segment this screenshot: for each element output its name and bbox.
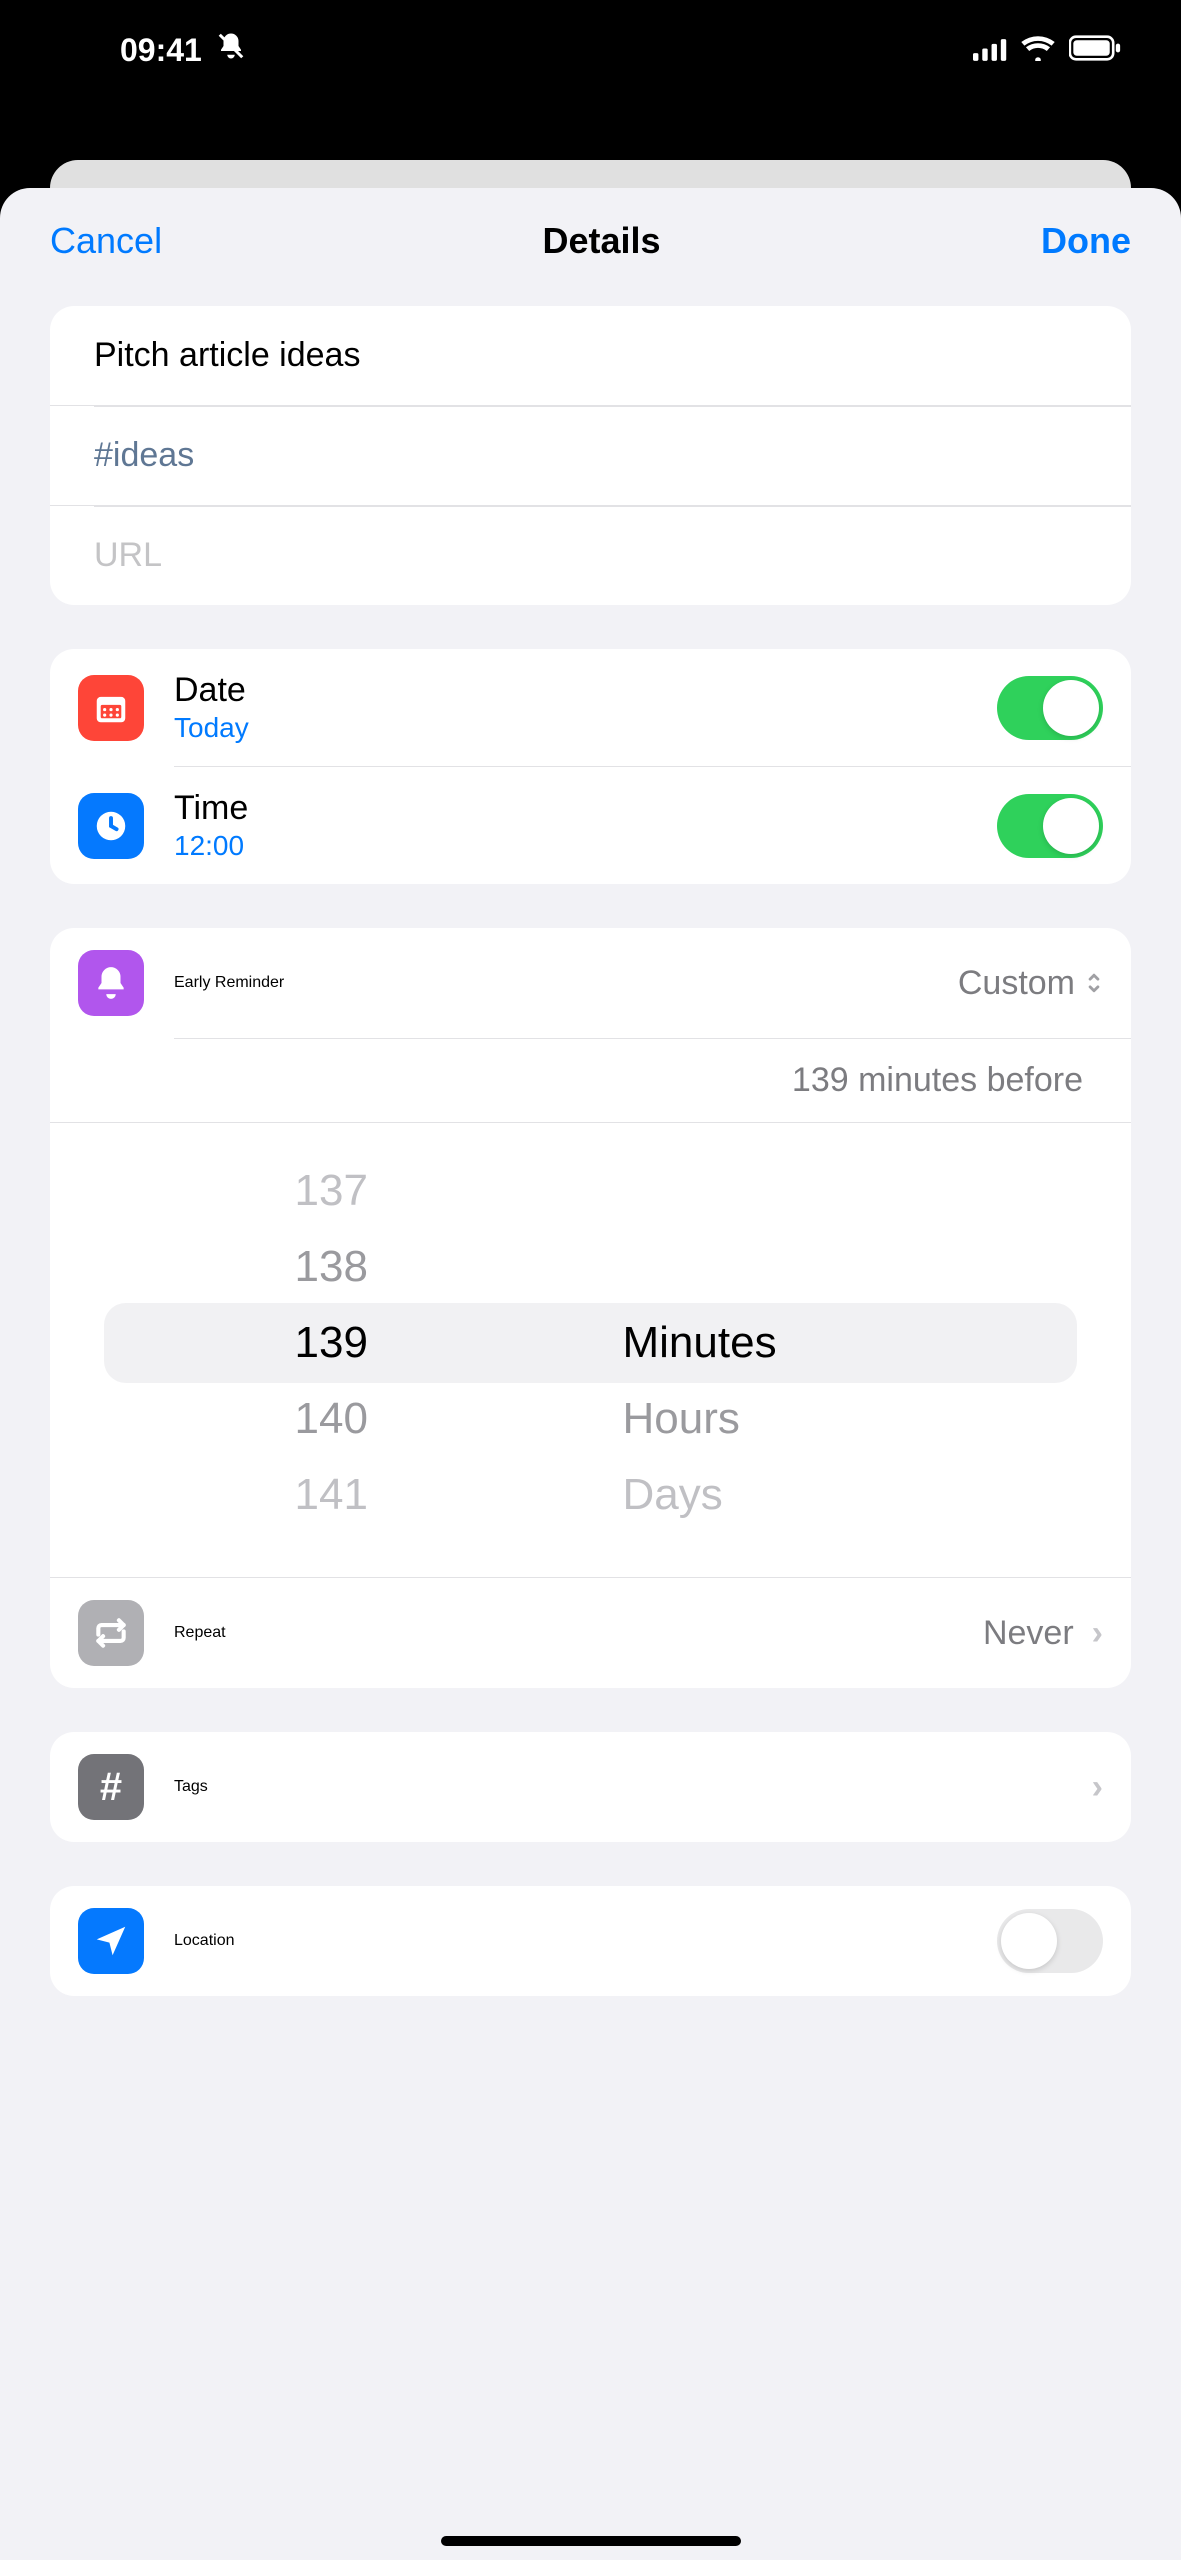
battery-icon	[1069, 32, 1121, 69]
picker-number-selected: 139	[295, 1305, 368, 1381]
reminder-summary: 139 minutes before	[50, 1039, 1131, 1123]
reminder-notes-input[interactable]: #ideas	[50, 406, 1131, 506]
location-switch[interactable]	[997, 1909, 1103, 1973]
time-row[interactable]: Time 12:00	[50, 767, 1131, 884]
picker-unit-wheel[interactable]: . . . Minutes Hours Days Weeks	[559, 1153, 1078, 1533]
sheet-header: Cancel Details Done	[0, 188, 1181, 306]
reminder-url-input[interactable]: URL	[50, 506, 1131, 605]
picker-unit-selected: Minutes	[623, 1305, 777, 1381]
repeat-row[interactable]: Repeat Never ›	[50, 1577, 1131, 1688]
details-sheet: Cancel Details Done Pitch article ideas …	[0, 188, 1181, 2560]
date-label: Date	[174, 671, 249, 710]
clock-icon	[78, 793, 144, 859]
early-reminder-value-selector[interactable]: Custom	[958, 964, 1103, 1003]
early-reminder-label: Early Reminder	[174, 974, 284, 992]
hash-icon: #	[78, 1754, 144, 1820]
location-label: Location	[174, 1932, 235, 1950]
tags-card: # Tags ›	[50, 1732, 1131, 1842]
chevron-right-icon: ›	[1092, 1614, 1103, 1653]
time-label: Time	[174, 789, 248, 828]
chevron-right-icon: ›	[1092, 1768, 1103, 1807]
title-card: Pitch article ideas #ideas URL	[50, 306, 1131, 605]
date-row[interactable]: Date Today	[50, 649, 1131, 766]
cancel-button[interactable]: Cancel	[50, 220, 162, 262]
location-arrow-icon	[78, 1908, 144, 1974]
reminder-title-input[interactable]: Pitch article ideas	[50, 306, 1131, 406]
early-reminder-card: Early Reminder Custom 139 minutes before…	[50, 928, 1131, 1688]
done-button[interactable]: Done	[1041, 220, 1131, 262]
time-switch[interactable]	[997, 794, 1103, 858]
repeat-value: Never	[983, 1614, 1074, 1653]
time-picker[interactable]: 136 137 138 139 140 141 142 . . . Minute	[104, 1153, 1077, 1533]
up-down-chevron-icon	[1085, 970, 1103, 996]
sheet-title: Details	[543, 220, 661, 262]
cellular-signal-icon	[973, 32, 1007, 69]
card-stack-behind	[50, 160, 1131, 188]
picker-number-wheel[interactable]: 136 137 138 139 140 141 142	[104, 1153, 559, 1533]
date-switch[interactable]	[997, 676, 1103, 740]
datetime-card: Date Today Time 12:00	[50, 649, 1131, 884]
date-value: Today	[174, 712, 249, 744]
status-time: 09:41	[120, 32, 202, 69]
wifi-icon	[1021, 32, 1055, 69]
status-bar: 09:41	[0, 0, 1181, 100]
tags-label: Tags	[174, 1778, 208, 1796]
location-row[interactable]: Location	[50, 1886, 1131, 1996]
tags-row[interactable]: # Tags ›	[50, 1732, 1131, 1842]
home-indicator[interactable]	[441, 2536, 741, 2546]
location-card: Location	[50, 1886, 1131, 1996]
time-value: 12:00	[174, 830, 248, 862]
repeat-label: Repeat	[174, 1624, 226, 1642]
calendar-icon	[78, 675, 144, 741]
early-reminder-row[interactable]: Early Reminder Custom	[50, 928, 1131, 1038]
bell-off-icon	[216, 31, 246, 69]
repeat-icon	[78, 1600, 144, 1666]
bell-icon	[78, 950, 144, 1016]
